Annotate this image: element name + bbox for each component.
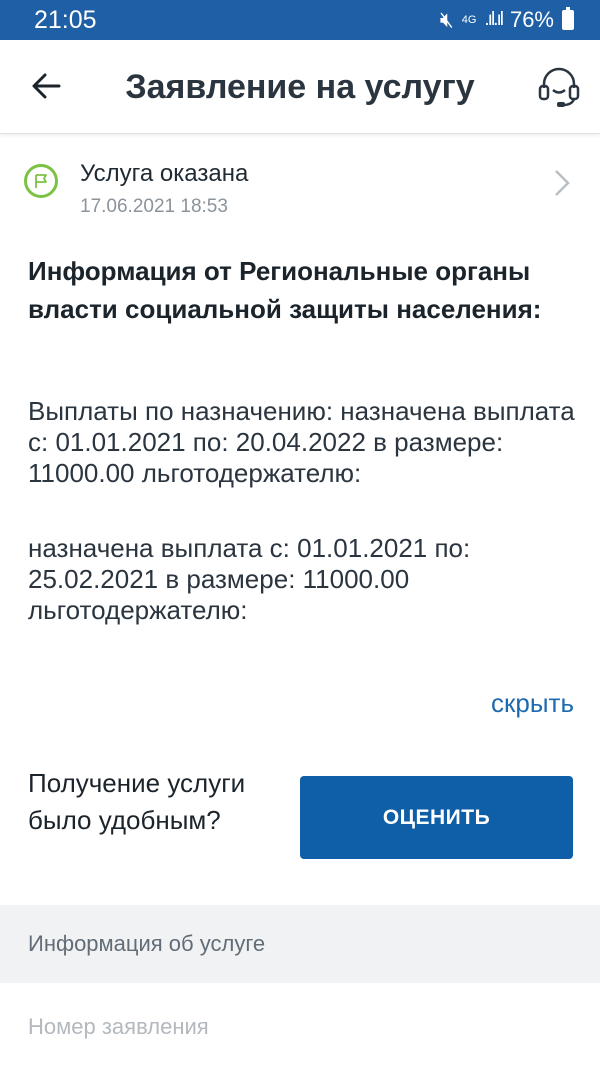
app-bar: Заявление на услугу (0, 40, 600, 134)
application-number-label: Номер заявления (28, 1014, 209, 1039)
feedback-question: Получение услуги было удобным? (28, 768, 246, 835)
status-bar: 21:05 🔇︎ 4G .ıl.ıl 76% (0, 0, 600, 40)
payment-text-2: назначена выплата с: 01.01.2021 по: 25.0… (28, 533, 471, 625)
support-button[interactable] (536, 64, 582, 110)
battery-level: 76% (509, 7, 554, 32)
info-heading: Информация от Региональные органы власти… (28, 256, 542, 324)
redacted-area (28, 626, 576, 652)
payment-text-1: Выплаты по назначению: назначена выплата… (28, 396, 575, 488)
payment-info-2: назначена выплата с: 01.01.2021 по: 25.0… (28, 533, 576, 652)
page-title: Заявление на услугу (125, 68, 475, 106)
mute-icon: 🔇︎ (439, 7, 454, 32)
hide-link[interactable]: скрыть (491, 688, 574, 719)
status-title: Услуга оказана (80, 160, 249, 187)
rate-button[interactable]: ОЦЕНИТЬ (300, 776, 573, 859)
status-time: 21:05 (34, 5, 97, 34)
service-info-section: Информация об услуге (0, 905, 600, 983)
network-type: 4G (461, 14, 477, 26)
section-title: Информация об услуге (28, 931, 266, 956)
flag-icon (35, 174, 47, 188)
battery-icon (562, 7, 574, 30)
chevron-right-icon (555, 170, 570, 196)
payment-info-1: Выплаты по назначению: назначена выплата… (28, 396, 576, 515)
headset-icon (538, 67, 580, 107)
service-status-row[interactable]: Услуга оказана 17.06.2021 18:53 (22, 152, 582, 222)
redacted-area (28, 489, 576, 515)
status-indicator (24, 164, 58, 198)
signal-icon: .ıl.ıl (484, 9, 504, 30)
status-icons: 🔇︎ 4G .ıl.ıl 76% (440, 7, 574, 33)
status-date: 17.06.2021 18:53 (80, 196, 228, 217)
